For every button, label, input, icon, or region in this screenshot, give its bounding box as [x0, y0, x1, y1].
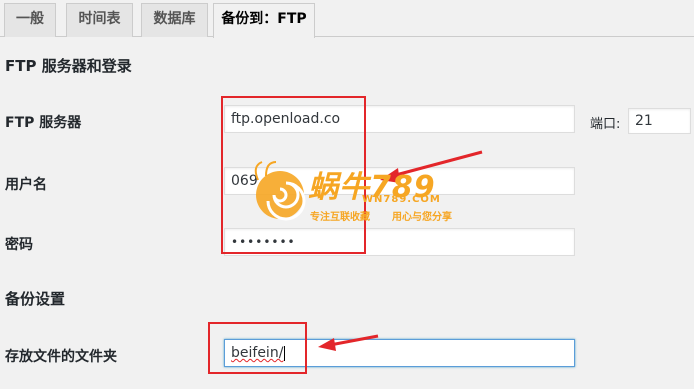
watermark-slogan-left: 专注互联收藏 [310, 212, 370, 223]
watermark-slogan-right: 用心与您分享 [392, 212, 452, 223]
watermark-url: WN789.COM [362, 194, 441, 205]
arrow-icon [318, 334, 379, 351]
watermark-logo: 蜗牛789 WN789.COM 专注互联收藏 用心与您分享 [250, 160, 465, 230]
